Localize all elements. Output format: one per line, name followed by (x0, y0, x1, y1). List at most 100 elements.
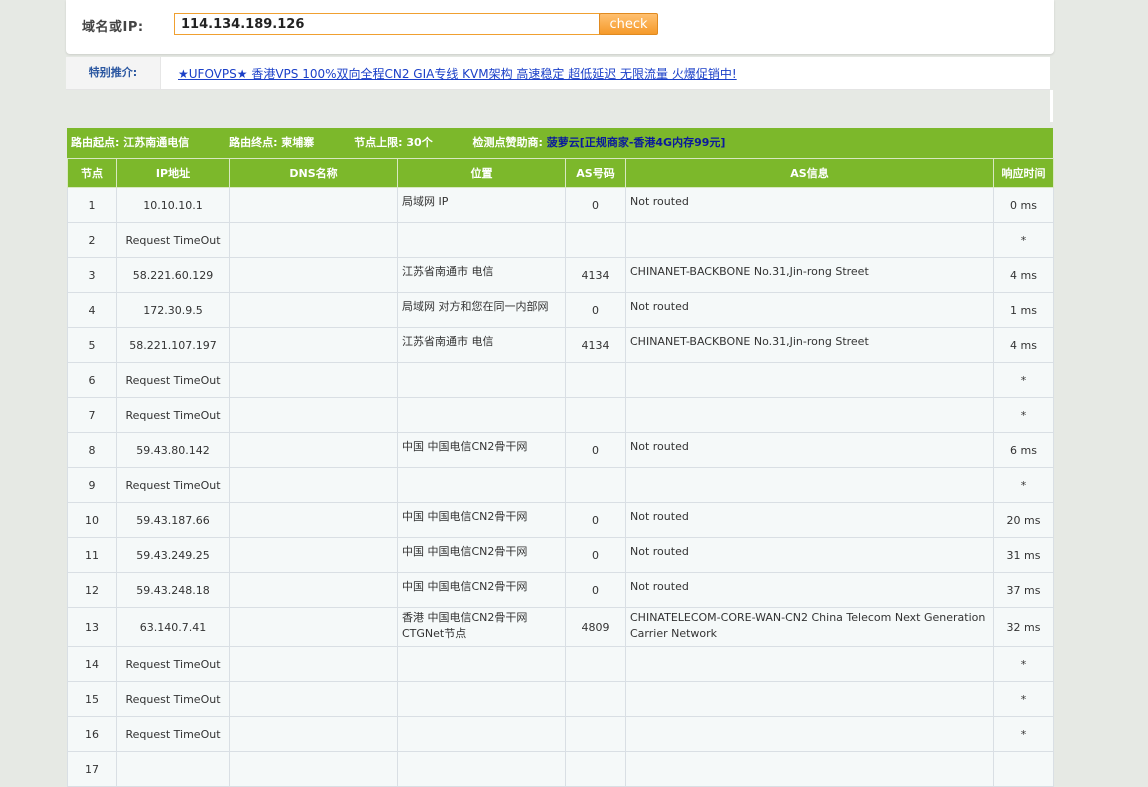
hop-dns (229, 362, 398, 398)
col-header-location: 位置 (397, 158, 566, 188)
hop-ip: 10.10.10.1 (116, 187, 230, 223)
hop-as-info: CHINATELECOM-CORE-WAN-CN2 China Telecom … (625, 607, 994, 647)
hop-dns (229, 681, 398, 717)
hop-response-time: 20 ms (993, 502, 1054, 538)
col-header-hop: 节点 (67, 158, 117, 188)
hop-as-info (625, 681, 994, 717)
hop-dns (229, 607, 398, 647)
sponsor-deal[interactable]: [正规商家-香港4G内存99元] (580, 136, 726, 149)
hop-response-time: * (993, 467, 1054, 503)
hop-dns (229, 432, 398, 468)
table-row: 4 172.30.9.5 局域网 对方和您在同一内部网 0 Not routed 1 ms (67, 292, 1054, 328)
table-row: 13 63.140.7.41 香港 中国电信CN2骨干网CTGNet节点 4809 CH… (67, 607, 1054, 647)
hop-asn: 0 (565, 187, 626, 223)
hop-dns (229, 646, 398, 682)
hop-location: 局域网 IP (397, 187, 566, 223)
col-header-response-time: 响应时间 (993, 158, 1054, 188)
hop-asn: 4134 (565, 327, 626, 363)
hop-ip: 172.30.9.5 (116, 292, 230, 328)
route-info-bar: 路由起点: 江苏南通电信 路由终点: 柬埔寨 节点上限: 30个 检测点赞助商:… (67, 128, 1053, 158)
table-row: 6 Request TimeOut * (67, 362, 1054, 398)
hop-as-info: Not routed (625, 187, 994, 223)
hop-response-time: * (993, 716, 1054, 752)
sponsor-name[interactable]: 菠萝云 (547, 136, 580, 149)
table-header-row: 节点 IP地址 DNS名称 位置 AS号码 AS信息 响应时间 (67, 158, 1054, 188)
hop-location (397, 362, 566, 398)
hop-asn (565, 397, 626, 433)
hop-ip: 63.140.7.41 (116, 607, 230, 647)
hop-location (397, 716, 566, 752)
hop-response-time: 4 ms (993, 327, 1054, 363)
hop-asn (565, 646, 626, 682)
hop-dns (229, 257, 398, 293)
hop-location: 中国 中国电信CN2骨干网 (397, 432, 566, 468)
hop-response-time: 6 ms (993, 432, 1054, 468)
ip-input[interactable] (174, 13, 600, 35)
hop-ip: Request TimeOut (116, 222, 230, 258)
recommend-label: 特别推介: (66, 57, 161, 89)
domain-ip-label: 域名或IP: (82, 20, 144, 35)
hop-as-info (625, 467, 994, 503)
traceroute-panel: 路由起点: 江苏南通电信 路由终点: 柬埔寨 节点上限: 30个 检测点赞助商:… (67, 128, 1054, 787)
hop-location: 香港 中国电信CN2骨干网CTGNet节点 (397, 607, 566, 647)
hop-as-info (625, 397, 994, 433)
hop-number: 13 (67, 607, 117, 647)
hop-location (397, 681, 566, 717)
hop-number: 17 (67, 751, 117, 787)
hop-as-info (625, 646, 994, 682)
hop-location (397, 222, 566, 258)
hop-asn (565, 222, 626, 258)
hop-asn: 0 (565, 292, 626, 328)
hop-response-time: 4 ms (993, 257, 1054, 293)
hop-ip (116, 751, 230, 787)
hop-ip: Request TimeOut (116, 681, 230, 717)
hop-as-info (625, 222, 994, 258)
hop-asn: 4134 (565, 257, 626, 293)
hop-number: 8 (67, 432, 117, 468)
table-row: 5 58.221.107.197 江苏省南通市 电信 4134 CHINANET-BAC… (67, 327, 1054, 363)
table-row: 8 59.43.80.142 中国 中国电信CN2骨干网 0 Not routed 6 m… (67, 432, 1054, 468)
route-start: 路由起点: 江苏南通电信 (71, 136, 190, 149)
hop-as-info: Not routed (625, 292, 994, 328)
hop-response-time: * (993, 362, 1054, 398)
table-row: 14 Request TimeOut * (67, 646, 1054, 682)
hop-number: 15 (67, 681, 117, 717)
check-button[interactable]: check (599, 13, 658, 35)
hop-as-info (625, 362, 994, 398)
recommend-link[interactable]: ★UFOVPS★ 香港VPS 100%双向全程CN2 GIA专线 KVM架构 高… (178, 65, 737, 82)
hop-number: 16 (67, 716, 117, 752)
hop-asn (565, 467, 626, 503)
hop-number: 14 (67, 646, 117, 682)
table-row: 7 Request TimeOut * (67, 397, 1054, 433)
table-row: 17 (67, 751, 1054, 787)
table-row: 12 59.43.248.18 中国 中国电信CN2骨干网 0 Not routed 37… (67, 572, 1054, 608)
hop-ip: Request TimeOut (116, 716, 230, 752)
recommend-bar: 特别推介: ★UFOVPS★ 香港VPS 100%双向全程CN2 GIA专线 K… (66, 57, 1050, 90)
hop-asn (565, 681, 626, 717)
table-row: 9 Request TimeOut * (67, 467, 1054, 503)
hop-as-info: Not routed (625, 537, 994, 573)
hop-response-time: * (993, 681, 1054, 717)
hop-ip: Request TimeOut (116, 646, 230, 682)
hop-response-time: 0 ms (993, 187, 1054, 223)
hop-dns (229, 467, 398, 503)
hop-location (397, 646, 566, 682)
hop-number: 2 (67, 222, 117, 258)
hop-location: 江苏省南通市 电信 (397, 327, 566, 363)
table-row: 10 59.43.187.66 中国 中国电信CN2骨干网 0 Not routed 20… (67, 502, 1054, 538)
traceroute-table: 节点 IP地址 DNS名称 位置 AS号码 AS信息 响应时间 1 10.10.1… (67, 158, 1054, 787)
hop-response-time: * (993, 397, 1054, 433)
hop-location: 中国 中国电信CN2骨干网 (397, 572, 566, 608)
hop-number: 12 (67, 572, 117, 608)
hop-ip: 59.43.80.142 (116, 432, 230, 468)
col-header-ip: IP地址 (116, 158, 230, 188)
hop-dns (229, 751, 398, 787)
hop-asn: 0 (565, 502, 626, 538)
hop-asn: 0 (565, 572, 626, 608)
table-row: 3 58.221.60.129 江苏省南通市 电信 4134 CHINANET-BACK… (67, 257, 1054, 293)
hop-response-time: * (993, 222, 1054, 258)
hop-asn: 0 (565, 537, 626, 573)
hop-response-time: * (993, 646, 1054, 682)
sponsor-label: 检测点赞助商: (472, 136, 543, 149)
hop-as-info: CHINANET-BACKBONE No.31,Jin-rong Street (625, 257, 994, 293)
